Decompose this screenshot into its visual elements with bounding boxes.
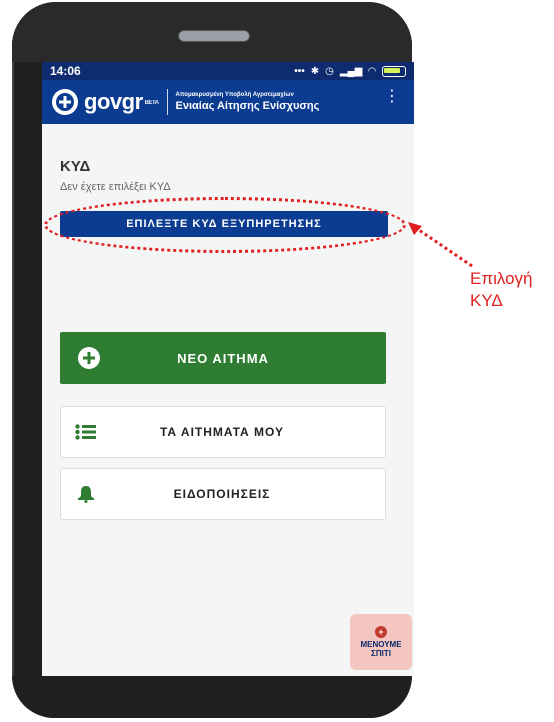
kyd-subtitle: Δεν έχετε επιλέξει ΚΥΔ — [60, 181, 171, 193]
my-requests-button[interactable]: ΤΑ ΑΙΤΗΜΑΤΑ ΜΟΥ — [60, 406, 386, 458]
speaker-grille — [178, 30, 250, 42]
battery-icon — [382, 65, 406, 77]
notifications-label: ΕΙΔΟΠΟΙΗΣΕΙΣ — [173, 487, 271, 501]
alarm-icon: ◷ — [325, 65, 334, 77]
app-titles: Απομακρυσμένη Υποβολή Αγροτεμαχίων Ενιαί… — [176, 92, 320, 112]
status-bar: 14:06 ••• ✱ ◷ ▂▄▆ ◠ — [42, 62, 414, 80]
phone-top-bezel — [12, 2, 412, 62]
app-header: govgr BETA Απομακρυσμένη Υποβολή Αγροτεμα… — [42, 80, 414, 124]
new-request-button[interactable]: ΝΕΟ ΑΙΤΗΜΑ — [60, 332, 386, 384]
phone-frame: 14:06 ••• ✱ ◷ ▂▄▆ ◠ govgr BETA Απομακρυσ… — [12, 2, 414, 718]
more-icon: ••• — [294, 65, 305, 77]
phone-bottom-bezel — [12, 676, 412, 718]
annotation-label: Επιλογή ΚΥΔ — [470, 268, 533, 312]
app-title: Ενιαίας Αίτησης Ενίσχυσης — [175, 100, 320, 112]
annotation-arrow — [408, 222, 473, 268]
bell-icon — [73, 484, 99, 504]
stay-home-sticker: + ΜΕΝΟΥΜΕ ΣΠΙΤΙ — [350, 614, 412, 670]
plus-circle-icon — [78, 347, 100, 369]
app-subtitle: Απομακρυσμένη Υποβολή Αγροτεμαχίων — [175, 92, 294, 98]
sticker-cross-icon: + — [375, 626, 387, 638]
kyd-title: ΚΥΔ — [60, 158, 91, 175]
annotation-line1: Επιλογή — [470, 269, 533, 288]
new-request-label: ΝΕΟ ΑΙΤΗΜΑ — [177, 350, 269, 366]
header-divider — [166, 89, 168, 115]
phone-screen: 14:06 ••• ✱ ◷ ▂▄▆ ◠ govgr BETA Απομακρυσ… — [42, 62, 414, 676]
greek-cross-icon — [52, 89, 78, 115]
my-requests-label: ΤΑ ΑΙΤΗΜΑΤΑ ΜΟΥ — [159, 425, 285, 439]
sticker-line2: ΣΠΙΤΙ — [371, 649, 391, 658]
notifications-button[interactable]: ΕΙΔΟΠΟΙΗΣΕΙΣ — [60, 468, 386, 520]
beta-label: BETA — [144, 100, 159, 107]
wifi-icon: ◠ — [368, 65, 376, 77]
select-kyd-button[interactable]: ΕΠΙΛΕΞΤΕ ΚΥΔ ΕΞΥΠΗΡΕΤΗΣΗΣ — [44, 197, 406, 253]
select-kyd-label: ΕΠΙΛΕΞΤΕ ΚΥΔ ΕΞΥΠΗΡΕΤΗΣΗΣ — [126, 218, 322, 230]
main-content: ΚΥΔ Δεν έχετε επιλέξει ΚΥΔ ΕΠΙΛΕΞΤΕ ΚΥΔ … — [42, 158, 414, 253]
overflow-menu-icon[interactable]: ⋮ — [384, 89, 400, 105]
signal-icon: ▂▄▆ — [339, 65, 363, 77]
status-time: 14:06 — [50, 64, 81, 78]
brand-logo: govgr BETA — [84, 89, 159, 115]
sticker-line1: ΜΕΝΟΥΜΕ — [360, 640, 402, 649]
status-icons: ••• ✱ ◷ ▂▄▆ ◠ — [294, 65, 406, 77]
bluetooth-icon: ✱ — [310, 65, 320, 77]
brand-accent: gr — [121, 89, 144, 114]
list-icon — [73, 422, 99, 442]
brand-main: gov — [84, 89, 122, 114]
annotation-line2: ΚΥΔ — [470, 291, 503, 310]
